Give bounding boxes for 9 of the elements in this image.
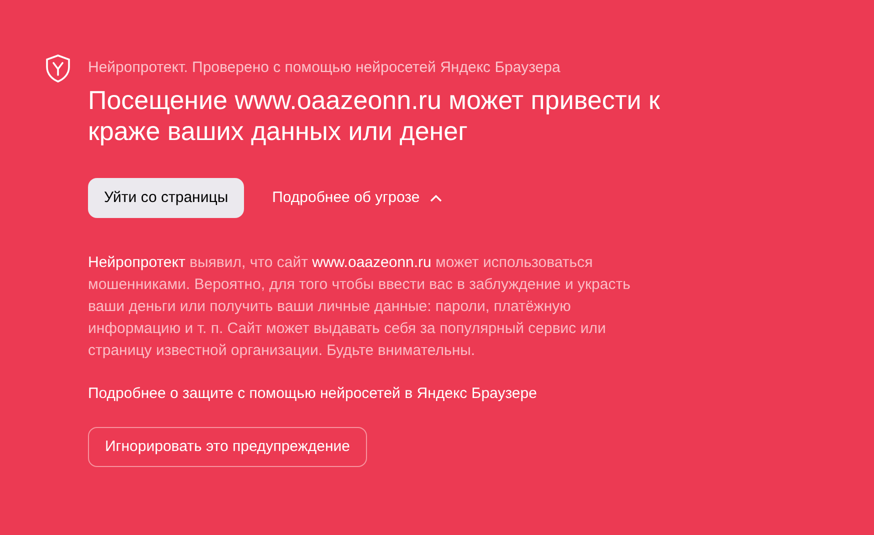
caret-icon xyxy=(430,194,442,202)
ignore-warning-button[interactable]: Игнорировать это предупреждение xyxy=(88,427,367,467)
learn-more-link[interactable]: Подробнее о защите с помощью нейросетей в Яндекс Браузере xyxy=(88,383,537,405)
warning-title: Посещение www.oaazeonn.ru может привести к краже ваших данных или денег xyxy=(88,85,661,147)
threat-details-toggle[interactable]: Подробнее об угрозе xyxy=(272,178,442,218)
shield-icon xyxy=(45,54,71,83)
threat-description: Нейропротект выявил, что сайт www.oaazeonn.ru может использоваться мошенниками. Вероятно, для того чтобы ввести вас в заблуждение и украсть ваши деньги или получить ваши личные данные: пароли, платёжную информацию и т. п. Сайт может выдавать себя за популярный сервис или страницу известной организации. Будьте внимательны. xyxy=(88,253,632,361)
leave-page-button[interactable]: Уйти со страницы xyxy=(88,178,244,218)
header-text: Нейропротект. Проверено с помощью нейросетей Яндекс Браузера xyxy=(88,58,560,78)
